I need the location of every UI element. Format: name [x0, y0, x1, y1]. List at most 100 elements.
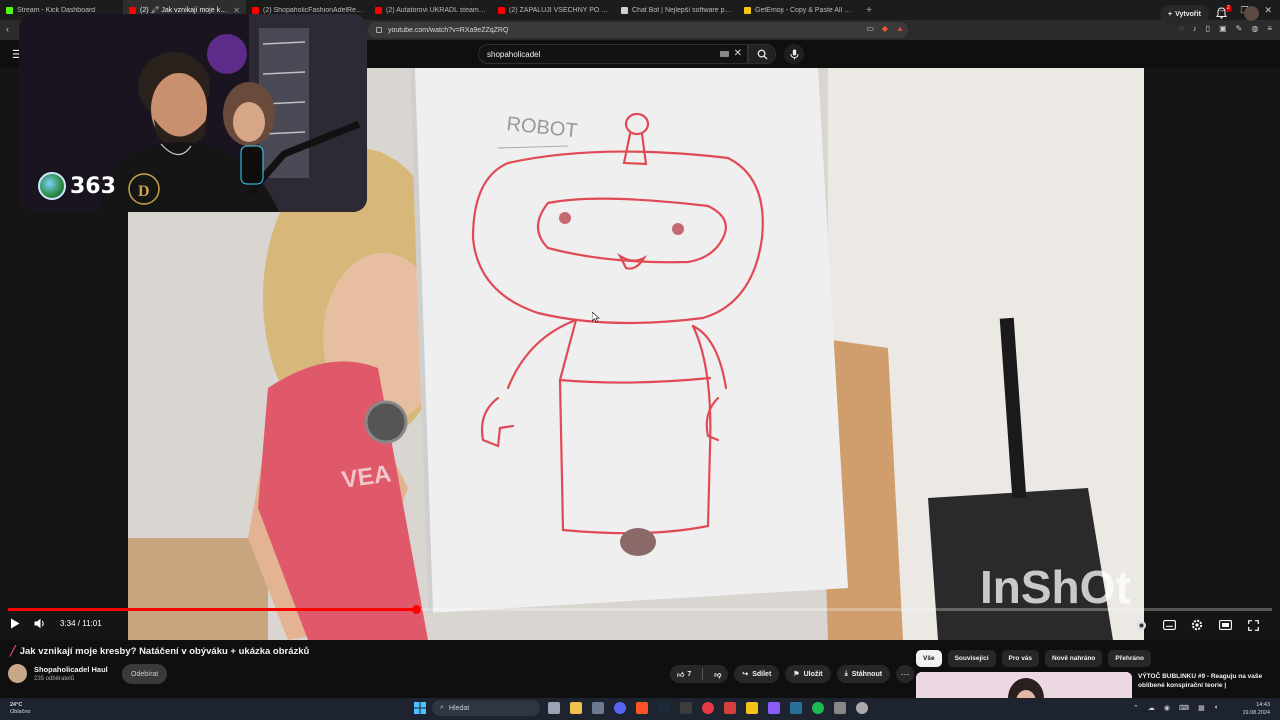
vpn-icon[interactable]: ◍	[1251, 24, 1258, 33]
play-icon[interactable]	[10, 618, 20, 629]
tray-network-icon[interactable]: ▦	[1198, 704, 1205, 712]
tab-chat-bot[interactable]: Chat Bot | Nejlepší software pro vylo	[615, 0, 738, 20]
create-button[interactable]: + Vytvořit	[1160, 5, 1209, 23]
youtube-favicon-icon	[498, 6, 505, 14]
tab-youtube-video-2[interactable]: (2) Autatorovi UKRADL steam účet H	[369, 0, 492, 20]
obs-icon[interactable]	[680, 702, 692, 714]
app-rockstar-icon[interactable]	[724, 702, 736, 714]
video-title: Jak vznikají moje kresby? Natáčení v obý…	[19, 646, 310, 657]
like-dislike-group: 👍︎ 7 👎︎	[670, 665, 729, 683]
tab-title: GetEmoji - Copy & Paste All Emojis	[755, 6, 855, 14]
brave-browser-icon[interactable]	[636, 702, 648, 714]
wallet-icon[interactable]: ▣	[1219, 24, 1227, 33]
app-red-icon[interactable]	[702, 702, 714, 714]
volume-icon[interactable]	[34, 618, 46, 629]
file-explorer-icon[interactable]	[570, 702, 582, 714]
tray-chevron-icon[interactable]: ⌃	[1133, 704, 1139, 712]
clear-search-icon[interactable]: ✕	[734, 48, 742, 59]
new-tab-button[interactable]: +	[861, 5, 877, 16]
download-button[interactable]: ⤓ Stáhnout	[836, 665, 891, 683]
menu-icon[interactable]: ≡	[1267, 24, 1272, 33]
site-info-icon[interactable]	[376, 27, 382, 33]
tab-title: (2) 🖍 Jak vznikají moje kresby?	[140, 7, 229, 14]
gear-app-icon[interactable]	[856, 702, 868, 714]
app-blue-icon[interactable]	[790, 702, 802, 714]
settings-app-icon[interactable]	[834, 702, 846, 714]
chat-extension-icon[interactable]: ◌	[1179, 24, 1184, 33]
clock-date: 19.08.2024	[1242, 710, 1270, 716]
svg-text:D: D	[138, 183, 150, 200]
create-label: Vytvořit	[1175, 10, 1201, 18]
plus-icon: +	[1168, 10, 1173, 18]
fullscreen-icon[interactable]	[1246, 618, 1260, 632]
progress-scrubber[interactable]	[412, 605, 421, 614]
recommended-video-title[interactable]: VÝTOČ BUBLINKU #9 - Reaguju na vaše oblí…	[1138, 672, 1268, 690]
tray-keyboard-icon[interactable]: ⌨	[1179, 704, 1189, 712]
windows-start-icon[interactable]	[414, 702, 426, 714]
screen: Stream - Kick Dashboard (2) 🖍 Jak vznika…	[0, 0, 1280, 720]
notification-badge: 2	[1225, 5, 1232, 12]
thumbs-up-icon: 👍︎	[677, 671, 685, 679]
discord-icon[interactable]	[614, 702, 626, 714]
taskbar-search[interactable]: ⌕ Hledat	[432, 700, 540, 716]
account-avatar[interactable]	[1244, 6, 1259, 21]
tray-mic-icon[interactable]: ◉	[1164, 704, 1170, 712]
globe-icon	[38, 172, 66, 200]
tab-title: Chat Bot | Nejlepší software pro vylo	[632, 6, 732, 14]
weather-widget[interactable]: 24°C Oblačno	[10, 702, 31, 716]
tray-app-icon[interactable]: ☁	[1148, 704, 1155, 712]
voice-search-button[interactable]	[784, 44, 804, 64]
search-input[interactable]: shopaholicadel ✕	[478, 44, 748, 64]
sidebar-icon[interactable]: ▯	[1206, 24, 1210, 33]
chip-for-you[interactable]: Pro vás	[1001, 650, 1040, 667]
brave-rewards-icon[interactable]: ▲	[896, 24, 904, 33]
brave-shield-icon[interactable]: ◆	[882, 24, 888, 33]
task-view-icon[interactable]	[548, 702, 560, 714]
subtitles-icon[interactable]	[1162, 618, 1176, 632]
time-display: 3:34 / 11:01	[60, 619, 102, 628]
channel-name[interactable]: Shopaholicadel Haul	[34, 665, 108, 674]
more-actions-icon[interactable]: ⋯	[896, 665, 915, 683]
channel-avatar[interactable]	[8, 664, 27, 683]
tray-volume-icon[interactable]: ◖	[1214, 704, 1218, 712]
chip-watched[interactable]: Přehráno	[1108, 650, 1151, 667]
url-bar-icons: ▭ ◆ ▲	[866, 24, 904, 33]
taskbar-clock[interactable]: 14:43 19.08.2024	[1242, 701, 1270, 717]
recommended-video-thumbnail[interactable]	[916, 672, 1132, 698]
close-window-icon[interactable]: ✕	[1264, 5, 1272, 16]
save-label: Uložit	[803, 670, 823, 678]
theater-mode-icon[interactable]	[1218, 618, 1232, 632]
chip-all[interactable]: Vše	[916, 650, 942, 667]
search-button[interactable]	[748, 44, 776, 64]
extensions-icon[interactable]: ✎	[1236, 24, 1243, 33]
music-icon[interactable]: ♪	[1193, 24, 1197, 33]
spotify-icon[interactable]	[812, 702, 824, 714]
video-title-row: ╱ Jak vznikají moje kresby? Natáčení v o…	[10, 646, 309, 657]
chip-recently-uploaded[interactable]: Nově nahráno	[1045, 650, 1103, 667]
save-button[interactable]: ⚑ Uložit	[785, 665, 831, 683]
taskbar-apps	[548, 702, 868, 714]
chip-related[interactable]: Související	[947, 650, 996, 667]
tab-youtube-video-3[interactable]: (2) ZAPALUJÍ VŠECHNY PO AUTA! | Th	[492, 0, 615, 20]
progress-bar[interactable]	[8, 605, 1272, 614]
url-field[interactable]: youtube.com/watch?v=RXa9eZZqZRQ	[368, 22, 908, 38]
cast-icon[interactable]: ▭	[866, 24, 874, 33]
like-count: 7	[687, 670, 692, 678]
subscribe-button[interactable]: Odebírat	[122, 664, 168, 684]
thumbs-down-icon: 👎︎	[714, 671, 722, 679]
keyboard-icon[interactable]	[720, 51, 729, 57]
search-query: shopaholicadel	[487, 49, 541, 59]
subscriber-count: 235 odběratelů	[34, 676, 75, 682]
share-button[interactable]: ↪ Sdílet	[734, 665, 780, 683]
store-icon[interactable]	[592, 702, 604, 714]
back-icon[interactable]: ‹	[6, 24, 9, 34]
tab-title: (2) ZAPALUJÍ VŠECHNY PO AUTA! | Th	[509, 6, 609, 14]
like-button[interactable]: 👍︎ 7	[670, 665, 698, 683]
settings-gear-icon[interactable]	[1190, 618, 1204, 632]
steam-icon[interactable]	[658, 702, 670, 714]
tab-getemoji[interactable]: GetEmoji - Copy & Paste All Emojis	[738, 0, 861, 20]
app-purple-icon[interactable]	[768, 702, 780, 714]
app-yellow-icon[interactable]	[746, 702, 758, 714]
dislike-button[interactable]: 👎︎	[707, 665, 728, 683]
autoplay-toggle-icon[interactable]	[1134, 618, 1148, 632]
